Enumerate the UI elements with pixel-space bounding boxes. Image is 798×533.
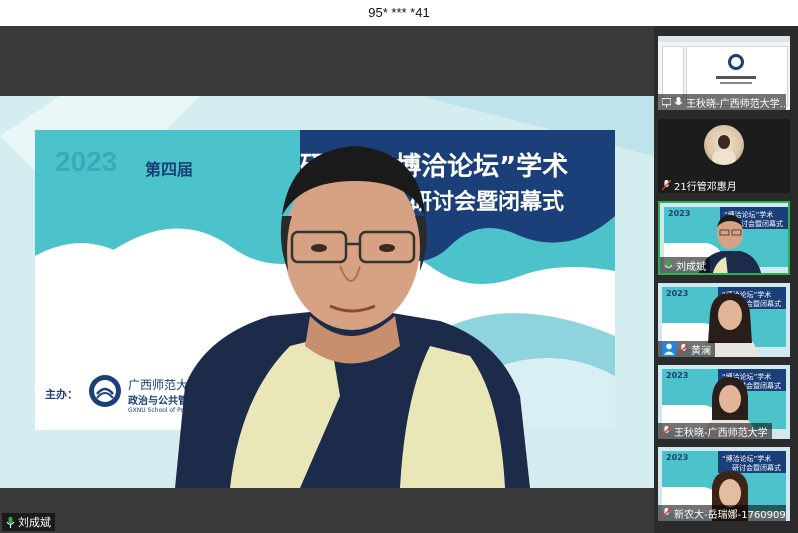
participant-name-tag: 黄澜: [658, 341, 715, 357]
participant-tile-0[interactable]: 王秋晓-广西师范大学...: [658, 36, 790, 110]
participant-tile-3[interactable]: 2023 “博洽论坛”学术 研讨会暨闭幕式 黄澜: [658, 283, 790, 357]
participant-sidebar[interactable]: 王秋晓-广西师范大学... 21行管邓惠月 2023 “博洽论坛”学术 研讨会暨…: [654, 26, 798, 533]
participant-name: 王秋晓-广西师范大学...: [686, 98, 786, 110]
participant-name: 21行管邓惠月: [674, 181, 737, 193]
mic-muted-icon: [662, 179, 671, 191]
mic-icon: [664, 259, 673, 268]
participant-tile-2[interactable]: 2023 “博洽论坛”学术 研讨会暨闭幕式 刘成斌: [658, 201, 790, 275]
participant-name: 新农大-岳瑞娜-17609092...: [674, 509, 786, 521]
main-speaker-name: 刘成斌: [18, 516, 51, 529]
participant-name-tag: 21行管邓惠月: [658, 177, 741, 193]
participant-name: 刘成斌: [676, 261, 706, 273]
screen-share-icon: [662, 97, 671, 107]
mic-muted-icon: [662, 507, 671, 519]
user-icon: [662, 342, 676, 356]
participant-name-tag: 刘成斌: [660, 257, 710, 273]
mic-muted-icon: [679, 343, 688, 355]
top-bar: 95* *** *41: [0, 0, 798, 26]
participant-name: 王秋晓-广西师范大学: [674, 427, 768, 439]
speaker-video: 2023 第四届 研究生“博洽论坛”学术 研讨会暨闭幕式 主办： 广西师范大学 …: [0, 96, 654, 488]
main-speaker-name-tag: 刘成斌: [2, 513, 55, 531]
participant-tile-5[interactable]: 2023 “博洽论坛”学术 研讨会暨闭幕式 新农大-岳瑞娜-17609092..…: [658, 447, 790, 521]
participant-name-tag: 新农大-岳瑞娜-17609092...: [658, 505, 786, 521]
participant-name-tag: 王秋晓-广西师范大学: [658, 423, 772, 439]
thumbnail-logo-icon: [728, 54, 744, 70]
participant-name-tag: 王秋晓-广西师范大学...: [658, 94, 786, 110]
mic-icon: [674, 96, 683, 105]
mic-icon: [6, 516, 15, 528]
participant-tile-4[interactable]: 2023 “博洽论坛”学术 研讨会暨闭幕式 王秋晓-广西师范大学: [658, 365, 790, 439]
mic-muted-icon: [662, 425, 671, 437]
main-video-area[interactable]: 2023 第四届 研究生“博洽论坛”学术 研讨会暨闭幕式 主办： 广西师范大学 …: [0, 26, 654, 533]
speaker-person: [175, 146, 530, 488]
participant-avatar: [704, 125, 744, 165]
participant-tile-1[interactable]: 21行管邓惠月: [658, 119, 790, 193]
meeting-id: 95* *** *41: [368, 5, 430, 20]
participant-name: 黄澜: [691, 345, 711, 357]
